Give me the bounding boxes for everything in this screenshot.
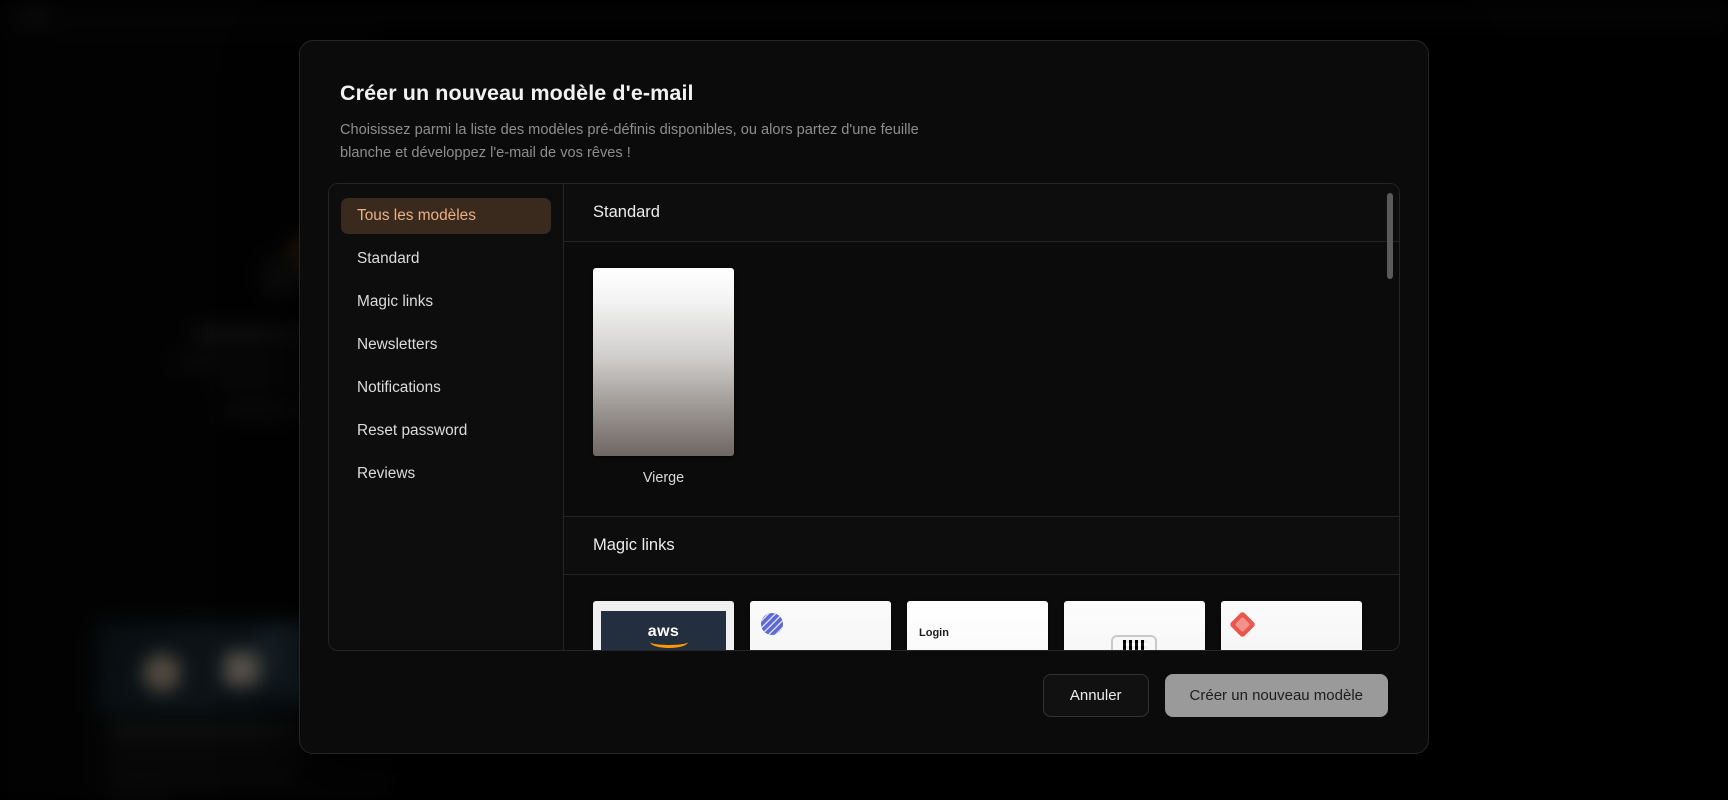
scrollbar-thumb[interactable] (1387, 193, 1393, 279)
sidebar-item-3[interactable]: Newsletters (341, 327, 551, 363)
template-thumbnail-aws[interactable]: aws (593, 601, 734, 650)
template-content: Standard Vierge Magic links aws Your login c… (564, 184, 1399, 650)
template-card[interactable]: Your login code for Linear (750, 601, 891, 650)
dialog-header: Créer un nouveau modèle d'e-mail Choisis… (300, 41, 1428, 164)
linear-logo-icon (761, 613, 783, 635)
template-scroll-area[interactable]: Standard Vierge Magic links aws Your login c… (564, 184, 1399, 650)
template-thumbnail-qr[interactable] (1064, 601, 1205, 650)
qr-code-icon (1123, 640, 1147, 650)
template-card[interactable]: Vierge (593, 268, 734, 486)
dialog-description: Choisissez parmi la liste des modèles pr… (340, 122, 919, 161)
template-label: Vierge (642, 470, 685, 486)
template-browser-panel: Tous les modèles Standard Magic links Newsl… (328, 183, 1400, 651)
screen: Créer un nouveau modèle d'e-mail Choisis… (0, 0, 1728, 800)
cancel-button[interactable]: Annuler (1042, 674, 1149, 717)
dialog-footer: Annuler Créer un nouveau modèle (1042, 674, 1388, 717)
scrollbar-track[interactable] (1387, 188, 1396, 646)
sidebar-item-0[interactable]: Tous les modèles (341, 198, 551, 234)
template-card[interactable]: aws (593, 601, 734, 650)
dialog-title: Créer un nouveau modèle d'e-mail (340, 81, 694, 105)
template-thumbnail-login[interactable]: LoginClick here to log in with this magi… (907, 601, 1048, 650)
sidebar-item-2[interactable]: Magic links (341, 284, 551, 320)
group-templates-0: Vierge (564, 242, 1399, 517)
login-heading-text: Login (919, 627, 949, 639)
sidebar-item-1[interactable]: Standard (341, 241, 551, 277)
create-template-button[interactable]: Créer un nouveau modèle (1164, 674, 1388, 717)
template-thumbnail-red[interactable] (1221, 601, 1362, 650)
sidebar-item-6[interactable]: Reviews (341, 456, 551, 492)
template-thumbnail-vierge[interactable] (593, 268, 734, 456)
template-card[interactable]: LoginClick here to log in with this magi… (907, 601, 1048, 650)
sidebar-item-4[interactable]: Notifications (341, 370, 551, 406)
template-thumbnail-linear[interactable]: Your login code for Linear (750, 601, 891, 650)
aws-logo-icon: aws (647, 623, 689, 648)
group-templates-1: aws Your login code for Linear LoginClick … (564, 575, 1399, 650)
category-sidebar: Tous les modèles Standard Magic links Newsl… (329, 184, 564, 650)
aws-header-bar: aws (601, 611, 726, 650)
group-heading-1: Magic links (564, 517, 1399, 575)
template-card[interactable] (1221, 601, 1362, 650)
sidebar-item-5[interactable]: Reset password (341, 413, 551, 449)
red-diamond-logo-icon (1229, 611, 1256, 638)
template-card[interactable] (1064, 601, 1205, 650)
group-heading-0: Standard (564, 184, 1399, 242)
